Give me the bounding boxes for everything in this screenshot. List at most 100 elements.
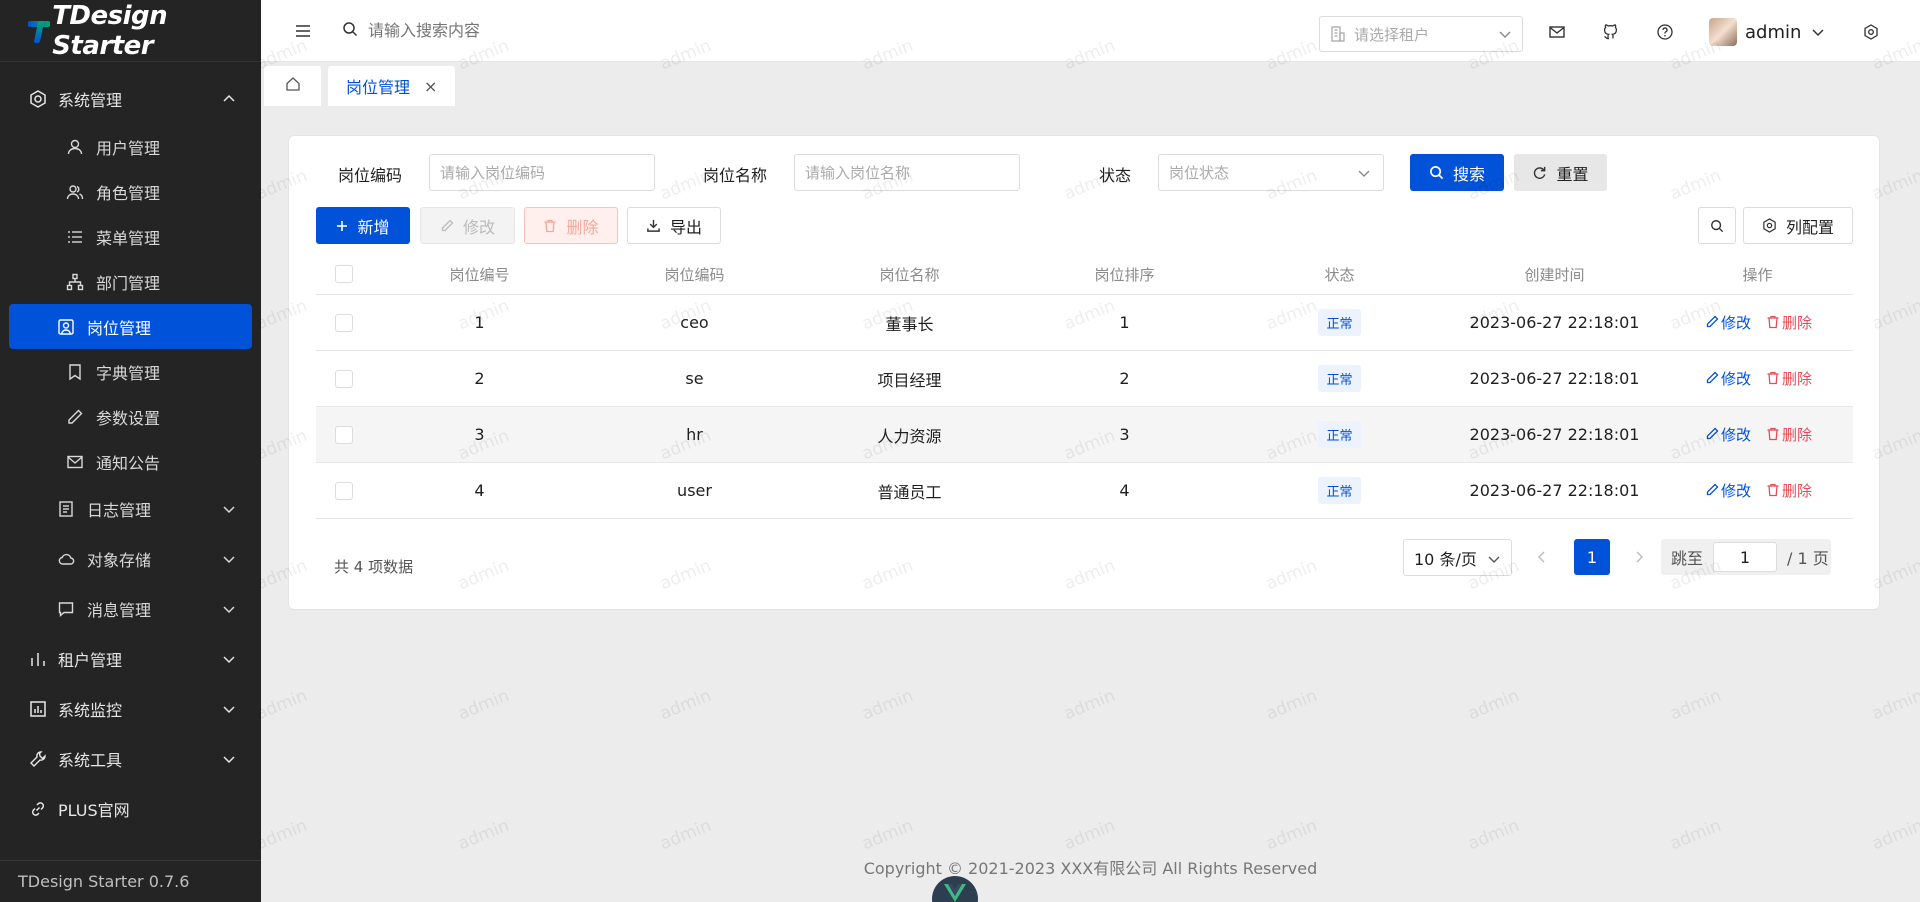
watermark-text: admin xyxy=(1263,685,1321,725)
pen-icon xyxy=(440,219,454,233)
user-card-icon xyxy=(57,318,75,336)
sidebar-group-message[interactable]: 消息管理 xyxy=(0,584,261,634)
cell-status: 正常 xyxy=(1232,365,1447,392)
col-header[interactable]: 岗位编号 xyxy=(372,264,587,285)
row-edit-link[interactable]: 修改 xyxy=(1705,424,1751,445)
row-delete-link[interactable]: 删除 xyxy=(1766,424,1812,445)
row-edit-link[interactable]: 修改 xyxy=(1705,368,1751,389)
hamburger-menu-icon[interactable] xyxy=(294,22,312,40)
users-icon xyxy=(66,183,84,201)
delete-label: 删除 xyxy=(1782,313,1813,332)
building-icon xyxy=(1330,25,1346,43)
table-row[interactable]: 4 user 普通员工 4 正常 2023-06-27 22:18:01 修改 … xyxy=(316,463,1853,519)
delete-label: 删除 xyxy=(1782,369,1813,388)
github-icon[interactable] xyxy=(1602,23,1620,41)
trash-icon xyxy=(1767,316,1779,329)
sidebar-group-log[interactable]: 日志管理 xyxy=(0,484,261,534)
menu-link-plus[interactable]: PLUS官网 xyxy=(0,784,261,834)
cell-id: 2 xyxy=(474,369,485,388)
row-delete-link[interactable]: 删除 xyxy=(1766,368,1812,389)
sidebar-version: TDesign Starter 0.7.6 xyxy=(0,860,261,902)
chat-icon xyxy=(57,600,75,618)
menu-group-tools[interactable]: 系统工具 xyxy=(0,734,261,784)
menu-group-tenant[interactable]: 租户管理 xyxy=(0,634,261,684)
row-checkbox[interactable] xyxy=(335,481,353,500)
table-row[interactable]: 2 se 项目经理 2 正常 2023-06-27 22:18:01 修改 删除 xyxy=(316,351,1853,407)
row-edit-link[interactable]: 修改 xyxy=(1705,312,1751,333)
chart-bar-icon xyxy=(28,649,48,669)
table-row[interactable]: 1 ceo 董事长 1 正常 2023-06-27 22:18:01 修改 删除 xyxy=(316,295,1853,351)
edit-icon xyxy=(1706,315,1719,328)
export-button[interactable]: 导出 xyxy=(627,207,721,244)
cell-code: hr xyxy=(686,425,703,444)
table-search-button[interactable] xyxy=(1698,207,1736,244)
row-delete-link[interactable]: 删除 xyxy=(1766,312,1812,333)
chevron-left-icon[interactable] xyxy=(1535,549,1549,568)
close-icon[interactable]: × xyxy=(424,77,437,96)
watermark-text: admin xyxy=(1869,685,1920,725)
cell-created: 2023-06-27 22:18:01 xyxy=(1469,425,1640,444)
col-header[interactable]: 创建时间 xyxy=(1447,264,1662,285)
sidebar-item-menu[interactable]: 菜单管理 xyxy=(9,214,252,259)
row-checkbox[interactable] xyxy=(335,369,353,388)
sidebar-item-user[interactable]: 用户管理 xyxy=(9,124,252,169)
help-circle-icon[interactable] xyxy=(1656,23,1674,41)
delete-button[interactable]: 删除 xyxy=(524,207,618,244)
row-edit-link[interactable]: 修改 xyxy=(1705,480,1751,501)
sidebar-item-notice[interactable]: 通知公告 xyxy=(9,439,252,484)
vue-devtools-icon[interactable] xyxy=(932,876,978,902)
search-button[interactable]: 搜索 xyxy=(1410,154,1504,191)
menu-group-system[interactable]: 系统管理 xyxy=(0,74,261,124)
col-header[interactable]: 岗位排序 xyxy=(1017,264,1232,285)
filter-status-label: 状态 xyxy=(1099,166,1132,185)
sidebar-item-dict[interactable]: 字典管理 xyxy=(9,349,252,394)
status-badge: 正常 xyxy=(1318,421,1361,448)
sidebar-item-config[interactable]: 参数设置 xyxy=(9,394,252,439)
header-search[interactable] xyxy=(342,21,742,41)
watermark-text: admin xyxy=(859,815,917,855)
filter-status-select[interactable]: 岗位状态 xyxy=(1158,154,1384,191)
reset-button[interactable]: 重置 xyxy=(1514,154,1607,191)
tenant-select[interactable]: 请选择租户 xyxy=(1319,16,1523,52)
chevron-down-icon xyxy=(1357,166,1371,184)
col-header[interactable]: 岗位编码 xyxy=(587,264,802,285)
mail-icon[interactable] xyxy=(1548,23,1566,41)
sidebar-item-dept[interactable]: 部门管理 xyxy=(9,259,252,304)
page-size-select[interactable]: 10 条/页 xyxy=(1403,539,1512,576)
settings-icon[interactable] xyxy=(1862,23,1880,41)
jump-input[interactable]: 1 xyxy=(1713,542,1778,572)
edit-button[interactable]: 修改 xyxy=(420,207,515,244)
top-header: 请选择租户 admin xyxy=(261,0,1920,62)
cell-sort: 3 xyxy=(1119,425,1130,444)
filter-code-input[interactable]: 请输入岗位编码 xyxy=(429,154,655,191)
add-button[interactable]: 新增 xyxy=(316,207,410,244)
table-row[interactable]: 3 hr 人力资源 3 正常 2023-06-27 22:18:01 修改 删除 xyxy=(316,407,1853,463)
header-search-input[interactable] xyxy=(368,21,708,40)
column-config-button[interactable]: 列配置 xyxy=(1743,207,1853,244)
search-icon xyxy=(342,21,358,41)
col-header[interactable]: 岗位名称 xyxy=(802,264,1017,285)
cell-sort: 4 xyxy=(1119,481,1130,500)
sidebar-item-role[interactable]: 角色管理 xyxy=(9,169,252,214)
menu-group-label: 系统监控 xyxy=(58,701,123,720)
chevron-down-icon xyxy=(221,501,237,517)
row-checkbox[interactable] xyxy=(335,425,353,444)
tab-post-management[interactable]: 岗位管理 × xyxy=(328,66,456,106)
chevron-right-icon[interactable] xyxy=(1632,549,1646,568)
row-delete-link[interactable]: 删除 xyxy=(1766,480,1812,501)
edit-icon xyxy=(1706,427,1719,440)
tdesign-logo-icon xyxy=(26,18,50,44)
sidebar-item-post[interactable]: 岗位管理 xyxy=(9,304,252,349)
col-header[interactable]: 状态 xyxy=(1232,264,1447,285)
sidebar-group-oss[interactable]: 对象存储 xyxy=(0,534,261,584)
user-menu[interactable]: admin xyxy=(1709,18,1825,46)
row-checkbox[interactable] xyxy=(335,313,353,332)
select-all-checkbox[interactable] xyxy=(335,265,353,283)
page-number-current[interactable]: 1 xyxy=(1574,539,1610,575)
menu-group-monitor[interactable]: 系统监控 xyxy=(0,684,261,734)
filter-name-input[interactable]: 请输入岗位名称 xyxy=(794,154,1020,191)
chevron-up-icon xyxy=(221,91,237,107)
edit-icon xyxy=(1706,371,1719,384)
tab-home[interactable] xyxy=(264,66,321,106)
logo[interactable]: TDesign Starter xyxy=(0,0,261,62)
